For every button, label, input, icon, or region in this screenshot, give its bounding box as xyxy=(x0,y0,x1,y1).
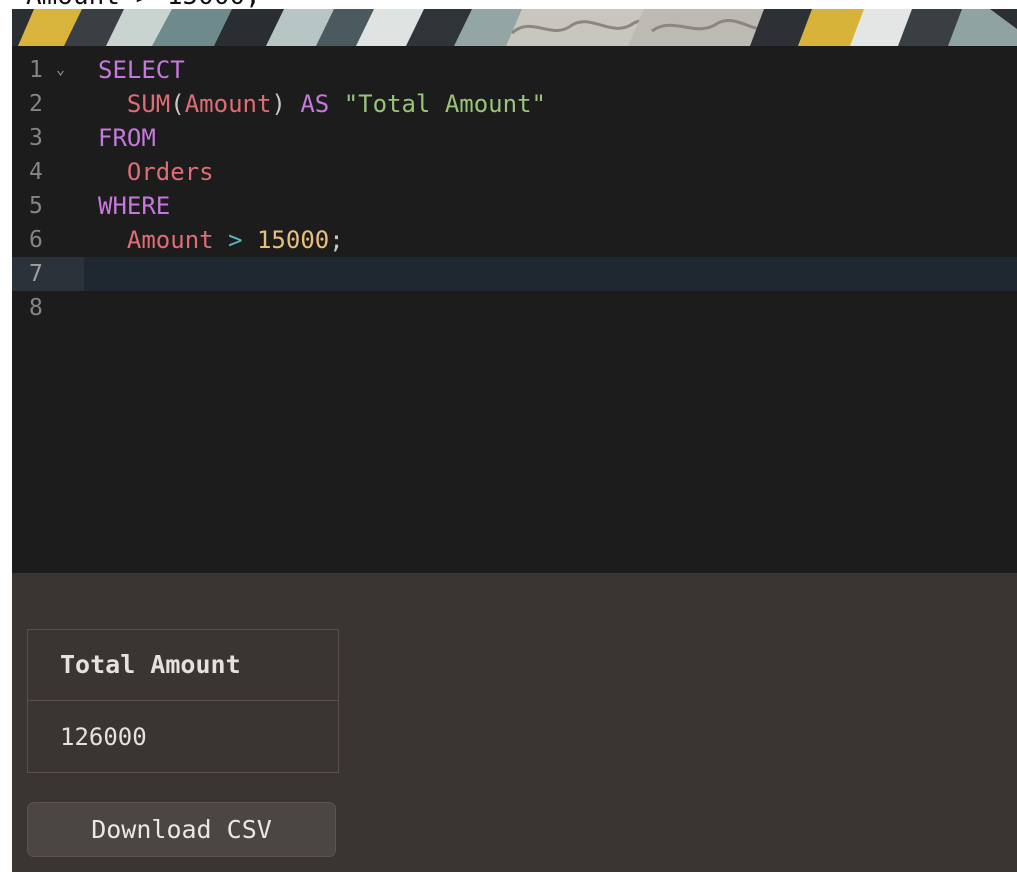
editor-line[interactable]: 6 Amount > 15000; xyxy=(12,223,1017,257)
code-text: SELECT xyxy=(98,57,185,83)
line-number: 6 xyxy=(29,227,43,253)
line-number: 5 xyxy=(29,193,43,219)
banner-pattern-image xyxy=(12,9,1017,46)
code-token: Amount xyxy=(184,90,272,118)
editor-gutter: 6 xyxy=(12,223,84,257)
line-number: 4 xyxy=(29,159,43,185)
code-token: FROM xyxy=(98,124,156,152)
cropped-top-text: Amount > 15000; xyxy=(26,0,261,9)
editor-line[interactable]: 3 FROM xyxy=(12,121,1017,155)
code-text: SUM(Amount) AS "Total Amount" xyxy=(98,91,546,117)
page: Amount > 15000; xyxy=(0,0,1017,872)
editor-line[interactable]: 8 xyxy=(12,291,1017,325)
decorative-banner xyxy=(12,9,1017,46)
code-token: ) xyxy=(271,90,301,118)
editor-gutter: 2 xyxy=(12,87,84,121)
download-csv-button[interactable]: Download CSV xyxy=(27,802,336,857)
code-token: ( xyxy=(170,90,185,118)
results-table: Total Amount 126000 xyxy=(27,629,339,773)
line-number: 8 xyxy=(29,295,43,321)
line-number: 3 xyxy=(29,125,43,151)
code-text: Amount > 15000; xyxy=(98,227,344,253)
code-text: FROM xyxy=(98,125,156,151)
line-number: 7 xyxy=(29,261,43,287)
results-panel: Total Amount 126000 Download CSV xyxy=(12,573,1017,872)
editor-line[interactable]: 7 xyxy=(12,257,1017,291)
code-token: ; xyxy=(329,226,344,254)
code-token: Amount xyxy=(126,226,214,254)
code-token: SELECT xyxy=(98,56,185,84)
fold-chevron-icon[interactable]: ⌄ xyxy=(56,56,65,82)
code-token: "Total Amount" xyxy=(343,90,546,118)
editor-line[interactable]: 2 SUM(Amount) AS "Total Amount" xyxy=(12,87,1017,121)
editor-gutter: 4 xyxy=(12,155,84,189)
code-token: > xyxy=(228,226,243,254)
editor-gutter: 3 xyxy=(12,121,84,155)
table-row: 126000 xyxy=(28,701,338,772)
editor-gutter: 7 xyxy=(12,257,84,291)
code-token: SUM xyxy=(126,90,171,118)
line-number: 1 xyxy=(29,57,43,83)
code-text: WHERE xyxy=(98,193,170,219)
editor-gutter: 1 ⌄ xyxy=(12,53,84,87)
code-token: 15000 xyxy=(256,226,330,254)
sql-code-editor[interactable]: 1 ⌄ SELECT 2 SUM(Amount) AS "Total Amount" 3… xyxy=(12,46,1017,573)
code-token: AS xyxy=(300,90,330,118)
editor-line[interactable]: 5 WHERE xyxy=(12,189,1017,223)
table-header-cell: Total Amount xyxy=(28,630,338,701)
code-text: Orders xyxy=(98,159,214,185)
sql-app: 1 ⌄ SELECT 2 SUM(Amount) AS "Total Amount" 3… xyxy=(12,9,1017,872)
code-token: WHERE xyxy=(98,192,171,220)
editor-line[interactable]: 4 Orders xyxy=(12,155,1017,189)
editor-gutter: 5 xyxy=(12,189,84,223)
code-token: Orders xyxy=(126,158,214,186)
table-cell-total-amount: 126000 xyxy=(60,723,147,751)
line-number: 2 xyxy=(29,91,43,117)
column-header-total-amount: Total Amount xyxy=(60,650,241,679)
editor-line[interactable]: 1 ⌄ SELECT xyxy=(12,53,1017,87)
editor-gutter: 8 xyxy=(12,291,84,325)
